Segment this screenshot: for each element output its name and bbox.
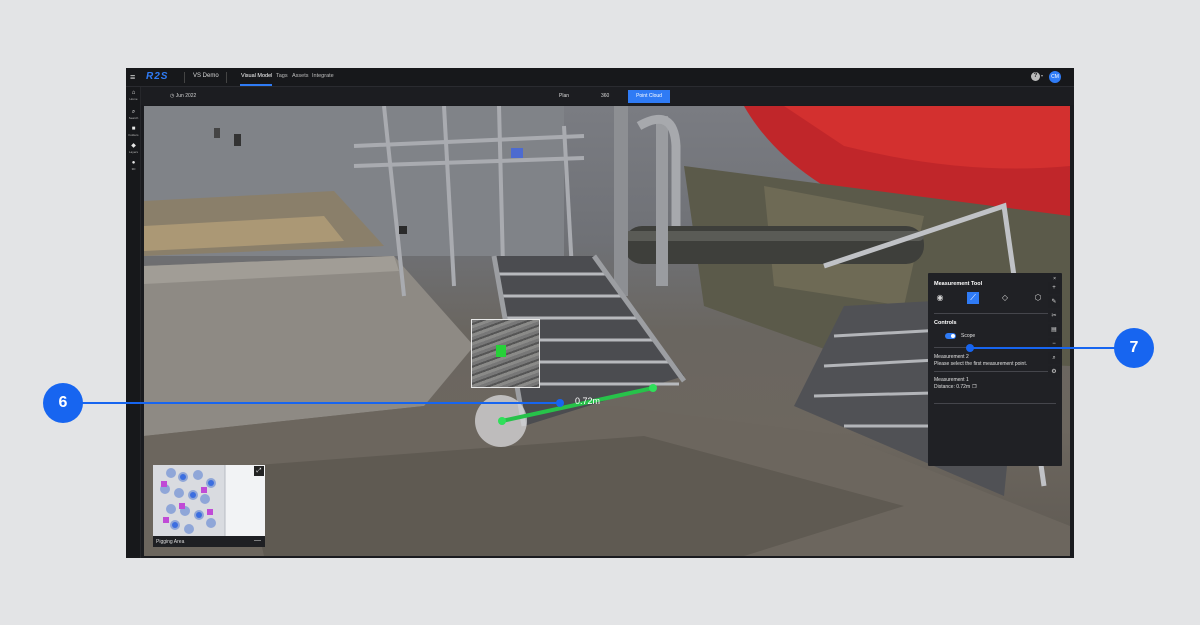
scope-toggle[interactable] bbox=[945, 333, 956, 339]
search-icon: ⌕ bbox=[131, 109, 136, 115]
app-logo: R2S bbox=[146, 71, 169, 82]
plus-icon[interactable]: + bbox=[1048, 282, 1060, 294]
avatar[interactable]: CM bbox=[1049, 71, 1061, 83]
hamburger-icon[interactable]: ≡ bbox=[130, 72, 135, 82]
chevron-down-icon[interactable]: ▾ bbox=[1041, 73, 1043, 78]
measurement-tool-panel: × Measurement Tool ◉ ⟋ ◇ ⬡ Controls Scop… bbox=[928, 273, 1062, 466]
measurement-1-title: Measurement 1 bbox=[934, 377, 969, 383]
tab-assets[interactable]: Assets bbox=[292, 73, 309, 79]
home-icon: ⌂ bbox=[131, 90, 136, 96]
mini-map[interactable]: ⤢ Pigging Area — bbox=[153, 465, 265, 547]
measurement-1-distance: Distance: 0.72m ❐ bbox=[934, 384, 977, 390]
divider bbox=[226, 72, 227, 83]
scope-label: Scope bbox=[961, 333, 976, 339]
tab-visual-model[interactable]: Visual Model bbox=[241, 73, 272, 79]
line-icon[interactable]: ⟋ bbox=[967, 292, 979, 304]
tab-integrate[interactable]: Integrate bbox=[312, 73, 334, 79]
mini-map-footer: Pigging Area — bbox=[153, 536, 265, 547]
cursor-marker bbox=[496, 345, 506, 357]
sidebar-item-folders[interactable]: ■ Folders bbox=[126, 126, 141, 137]
panel-title: Measurement Tool bbox=[934, 281, 983, 287]
sidebar-item-3d[interactable]: ● 3D bbox=[126, 160, 141, 171]
layers-icon: ◆ bbox=[131, 143, 136, 149]
measurement-2-title: Measurement 2 bbox=[934, 354, 969, 360]
view-360-button[interactable]: 360 bbox=[601, 93, 609, 99]
pencil-icon[interactable]: ✎ bbox=[1048, 296, 1060, 308]
capture-date[interactable]: ◷ Jun 2022 bbox=[170, 93, 196, 99]
sidebar-item-label: Search bbox=[128, 116, 139, 120]
divider bbox=[934, 313, 1056, 314]
scissors-icon[interactable]: ✂ bbox=[1048, 310, 1060, 322]
active-tab-indicator bbox=[240, 84, 272, 86]
mini-map-plan bbox=[153, 465, 226, 536]
folder-icon: ■ bbox=[131, 126, 136, 132]
callout-7: 7 bbox=[1114, 328, 1154, 368]
sidebar-item-home[interactable]: ⌂ Home bbox=[126, 90, 141, 101]
point-cloud-viewport[interactable]: 0.72m ⤢ Pigging Area — × Measurement Too… bbox=[144, 106, 1070, 556]
divider bbox=[184, 72, 185, 83]
distance-value: Distance: 0.72m bbox=[934, 384, 971, 390]
gear-icon[interactable]: ⚙ bbox=[1048, 366, 1060, 378]
layers-icon[interactable]: ▤ bbox=[1048, 324, 1060, 336]
copy-icon[interactable]: ❐ bbox=[972, 384, 976, 390]
expand-icon[interactable]: ⤢ bbox=[254, 466, 264, 476]
magnifier-inset bbox=[471, 319, 540, 388]
divider bbox=[934, 403, 1056, 404]
sidebar-item-label: Folders bbox=[128, 133, 139, 137]
tab-tags[interactable]: Tags bbox=[276, 73, 288, 79]
help-icon[interactable]: ? bbox=[1031, 72, 1040, 81]
cube-icon[interactable]: ⬡ bbox=[1032, 292, 1044, 304]
polygon-icon[interactable]: ◇ bbox=[999, 292, 1011, 304]
sidebar-item-layers[interactable]: ◆ Layers bbox=[126, 143, 141, 154]
view-point-cloud-button[interactable]: Point Cloud bbox=[628, 90, 670, 103]
callout-6-leader bbox=[82, 402, 560, 404]
measurement-2-instructions: Please select the first measurement poin… bbox=[934, 361, 1028, 367]
minimize-icon[interactable]: — bbox=[254, 537, 261, 544]
app-window: ≡ R2S VS Demo Visual Model Tags Assets I… bbox=[126, 68, 1074, 558]
callout-7-anchor bbox=[966, 344, 974, 352]
point-icon[interactable]: ◉ bbox=[934, 292, 946, 304]
top-bar: ≡ R2S VS Demo Visual Model Tags Assets I… bbox=[126, 68, 1074, 87]
mini-map-label: Pigging Area bbox=[156, 539, 185, 545]
callout-6-anchor bbox=[556, 399, 564, 407]
controls-heading: Controls bbox=[934, 320, 957, 326]
callout-7-leader bbox=[970, 347, 1116, 349]
distance-label: 0.72m bbox=[575, 396, 601, 406]
sidebar-item-label: Layers bbox=[128, 150, 138, 154]
view-plan-button[interactable]: Plan bbox=[559, 93, 569, 99]
sidebar-item-label: 3D bbox=[131, 167, 136, 171]
sidebar-item-label: Home bbox=[129, 97, 138, 101]
3d-icon: ● bbox=[131, 160, 136, 166]
search-icon[interactable]: ⌕ bbox=[1048, 352, 1060, 364]
left-rail: ⌂ Home ⌕ Search ■ Folders ◆ Layers ● 3D bbox=[126, 87, 141, 558]
view-bar: ◷ Jun 2022 Plan 360 Point Cloud bbox=[141, 87, 1074, 105]
callout-6: 6 bbox=[43, 383, 83, 423]
divider bbox=[934, 371, 1056, 372]
sidebar-item-search[interactable]: ⌕ Search bbox=[126, 109, 141, 120]
project-name[interactable]: VS Demo bbox=[193, 73, 219, 79]
